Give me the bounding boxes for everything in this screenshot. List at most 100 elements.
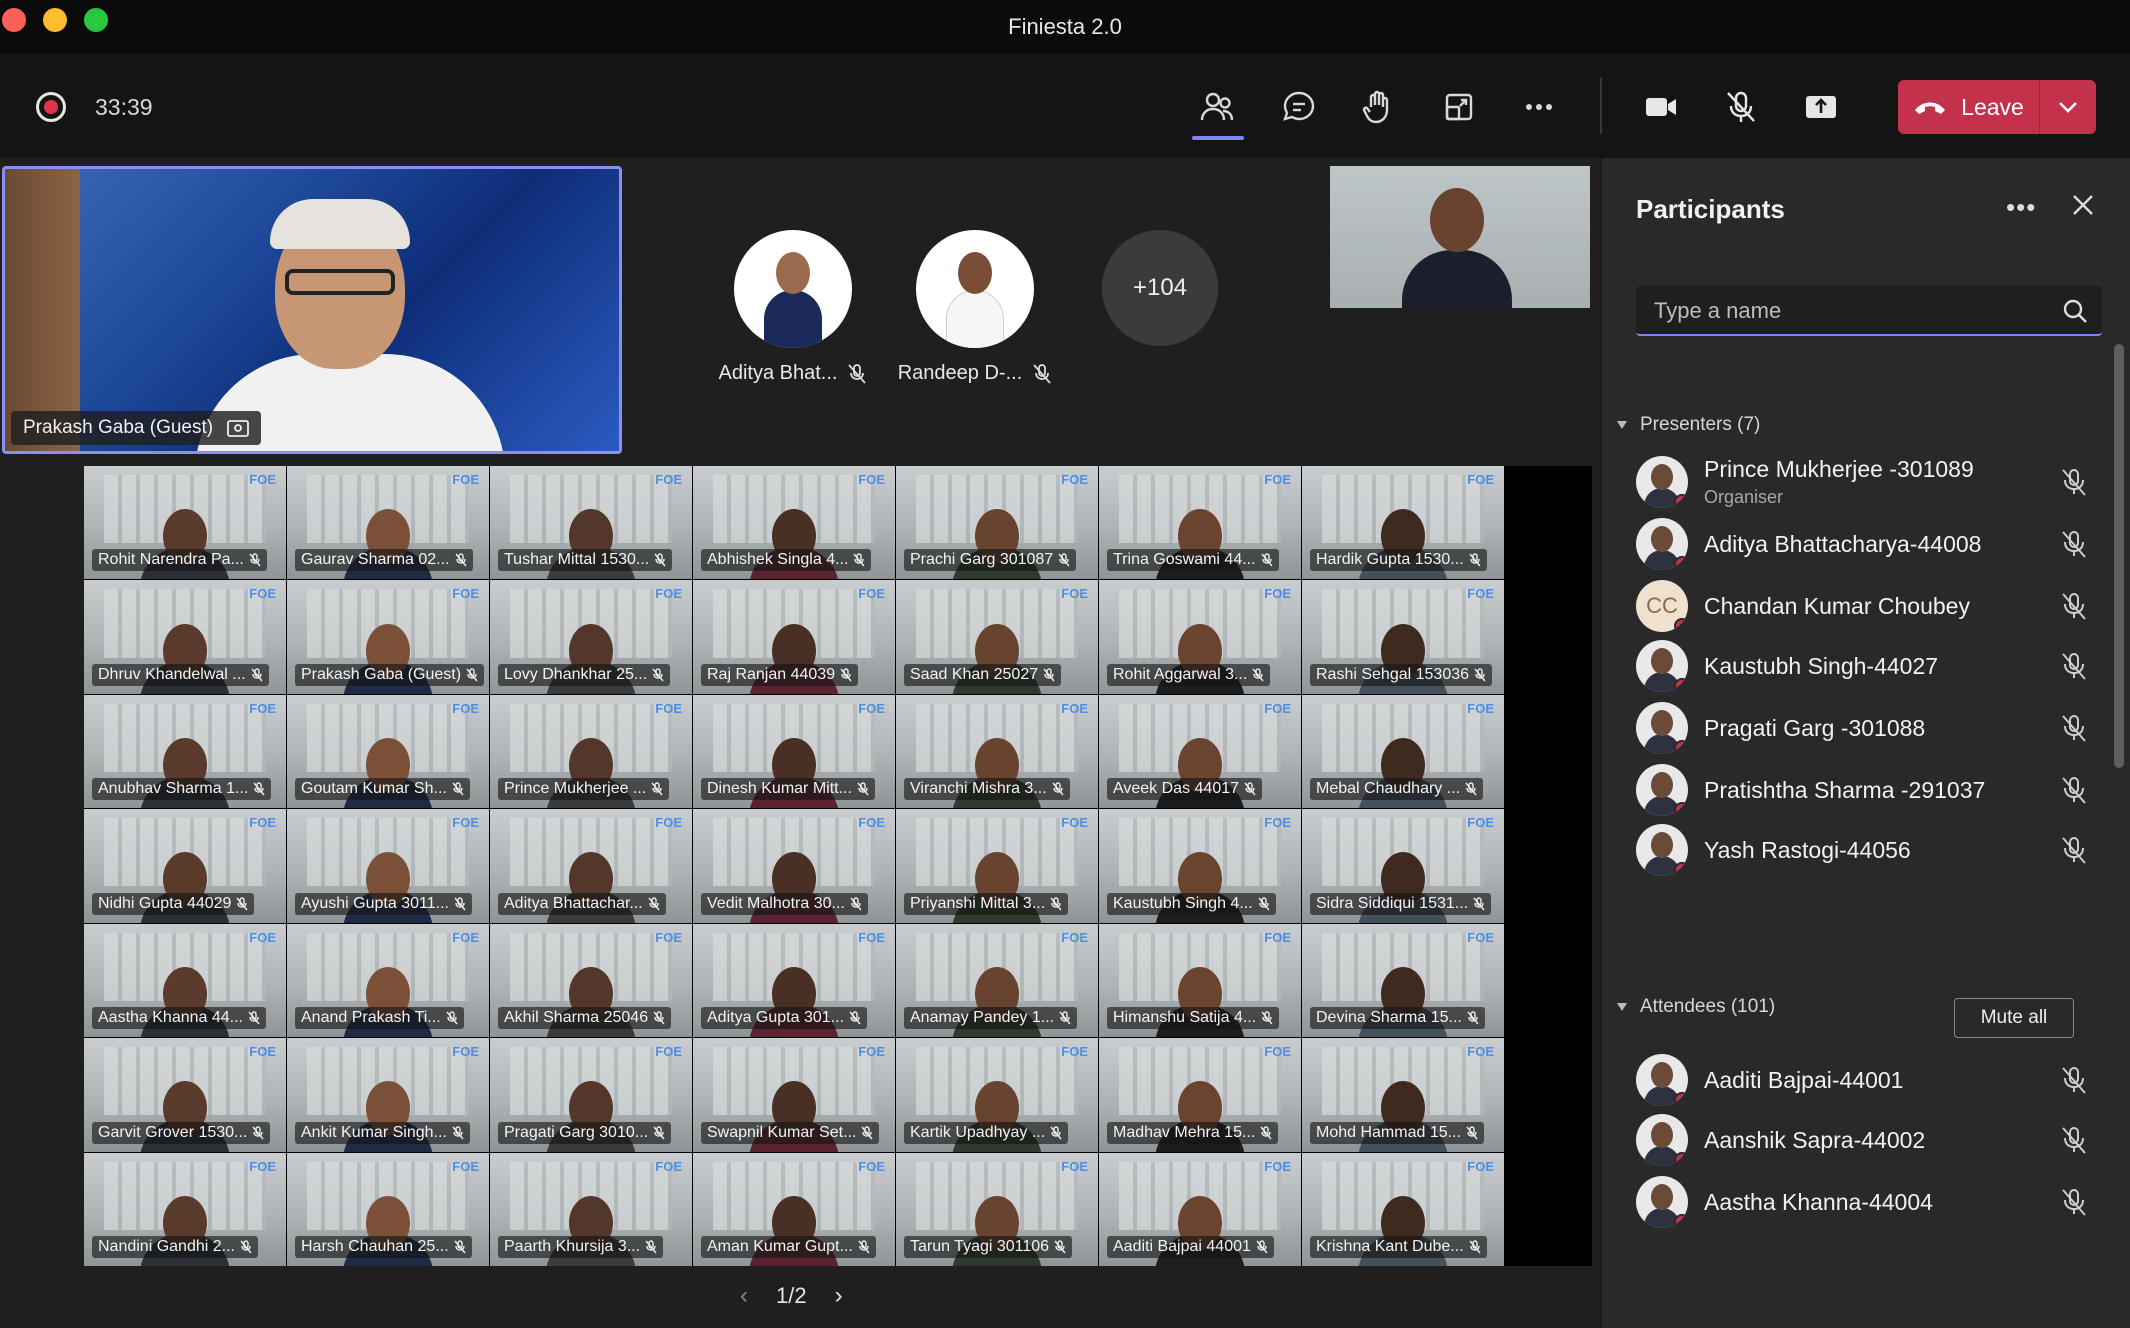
camera-button[interactable] xyxy=(1636,84,1686,130)
video-tile[interactable]: FOE Raj Ranjan 44039 xyxy=(693,580,895,694)
maximize-window-button[interactable] xyxy=(84,8,108,32)
mute-all-button[interactable]: Mute all xyxy=(1954,998,2074,1038)
video-tile[interactable]: FOE Rashi Sehgal 153036 xyxy=(1302,580,1504,694)
tile-name-tag: Rashi Sehgal 153036 xyxy=(1310,663,1493,686)
video-tile[interactable]: FOE Himanshu Satija 4... xyxy=(1099,923,1301,1038)
more-actions-button[interactable] xyxy=(1514,84,1564,130)
video-tile[interactable]: FOE Devina Sharma 15... xyxy=(1302,923,1504,1038)
video-tile[interactable]: FOE Aditya Bhattachar... xyxy=(490,809,692,923)
video-tile[interactable]: FOE Abhishek Singla 4... xyxy=(693,466,895,580)
tile-name: Kaustubh Singh 4... xyxy=(1113,894,1253,912)
mic-off-icon[interactable] xyxy=(2058,834,2090,866)
video-tile[interactable]: FOE Priyanshi Mittal 3... xyxy=(896,809,1098,923)
video-tile[interactable]: FOE Anubhav Sharma 1... xyxy=(84,694,286,809)
video-tile[interactable]: FOE Sidra Siddiqui 1531... xyxy=(1302,809,1504,923)
participant-row[interactable]: Kaustubh Singh-44027 xyxy=(1636,632,2106,700)
video-tile[interactable]: FOE Prachi Garg 301087 xyxy=(896,466,1098,580)
video-tile[interactable]: FOE Kartik Upadhyay ... xyxy=(896,1038,1098,1152)
search-input[interactable] xyxy=(1654,296,2034,326)
participant-row[interactable]: Pragati Garg -301088 xyxy=(1636,694,2106,762)
mic-off-icon[interactable] xyxy=(2058,1124,2090,1156)
search-icon[interactable] xyxy=(2062,298,2088,324)
video-tile[interactable]: FOE Aditya Gupta 301... xyxy=(693,923,895,1038)
leave-options-button[interactable] xyxy=(2040,101,2096,113)
video-tile[interactable]: FOE Swapnil Kumar Set... xyxy=(693,1038,895,1152)
video-tile[interactable]: FOE Lovy Dhankhar 25... xyxy=(490,580,692,694)
panel-scrollbar[interactable] xyxy=(2114,344,2124,768)
mic-off-icon[interactable] xyxy=(2058,590,2090,622)
video-tile[interactable]: FOE Anand Prakash Ti... xyxy=(287,923,489,1038)
pinned-participant-1[interactable]: Aditya Bhat... xyxy=(698,230,888,385)
video-tile[interactable]: FOE Prince Mukherjee ... xyxy=(490,694,692,809)
prev-page-button[interactable]: ‹ xyxy=(740,1282,748,1310)
leave-button[interactable]: Leave xyxy=(1898,80,2096,134)
video-tile[interactable]: FOE Mebal Chaudhary ... xyxy=(1302,694,1504,809)
video-tile[interactable]: FOE Dinesh Kumar Mitt... xyxy=(693,694,895,809)
video-tile[interactable]: FOE Tushar Mittal 1530... xyxy=(490,466,692,580)
close-icon[interactable] xyxy=(2068,190,2098,220)
presenters-section-toggle[interactable]: Presenters (7) xyxy=(1616,414,1760,436)
mic-off-icon[interactable] xyxy=(2058,650,2090,682)
video-tile[interactable]: FOE Paarth Khursija 3... xyxy=(490,1152,692,1266)
participant-row[interactable]: Pratishtha Sharma -291037 xyxy=(1636,756,2106,824)
video-tile[interactable]: FOE Aman Kumar Gupt... xyxy=(693,1152,895,1266)
video-tile[interactable]: FOE Ayushi Gupta 3011... xyxy=(287,809,489,923)
video-tile[interactable]: FOE Dhruv Khandelwal ... xyxy=(84,580,286,694)
video-tile[interactable]: FOE Rohit Narendra Pa... xyxy=(84,466,286,580)
mic-off-icon[interactable] xyxy=(2058,774,2090,806)
video-tile[interactable]: FOE Mohd Hammad 15... xyxy=(1302,1038,1504,1152)
video-tile[interactable]: FOE Aveek Das 44017 xyxy=(1099,694,1301,809)
video-tile[interactable]: FOE Viranchi Mishra 3... xyxy=(896,694,1098,809)
participant-row[interactable]: Aaditi Bajpai-44001 xyxy=(1636,1046,2106,1114)
share-button[interactable] xyxy=(1796,84,1846,130)
participants-button[interactable] xyxy=(1192,84,1244,140)
video-tile[interactable]: FOE Rohit Aggarwal 3... xyxy=(1099,580,1301,694)
video-tile[interactable]: FOE Saad Khan 25027 xyxy=(896,580,1098,694)
mic-button[interactable] xyxy=(1716,84,1766,130)
video-tile[interactable]: FOE Krishna Kant Dube... xyxy=(1302,1152,1504,1266)
video-tile[interactable]: FOE Nidhi Gupta 44029 xyxy=(84,809,286,923)
mic-off-icon xyxy=(446,1011,458,1025)
close-window-button[interactable] xyxy=(2,8,26,32)
participant-row[interactable]: Aanshik Sapra-44002 xyxy=(1636,1106,2106,1174)
next-page-button[interactable]: › xyxy=(835,1282,843,1310)
participant-row[interactable]: Prince Mukherjee -301089 Organiser xyxy=(1636,448,2106,516)
video-tile[interactable]: FOE Anamay Pandey 1... xyxy=(896,923,1098,1038)
video-tile[interactable]: FOE Prakash Gaba (Guest) xyxy=(287,580,489,694)
mic-off-icon[interactable] xyxy=(2058,466,2090,498)
raise-hand-button[interactable] xyxy=(1354,84,1404,130)
video-tile[interactable]: FOE Trina Goswami 44... xyxy=(1099,466,1301,580)
video-tile[interactable]: FOE Gaurav Sharma 02... xyxy=(287,466,489,580)
participant-row[interactable]: Yash Rastogi-44056 xyxy=(1636,816,2106,884)
video-tile[interactable]: FOE Tarun Tyagi 301106 xyxy=(896,1152,1098,1266)
mic-off-icon[interactable] xyxy=(2058,712,2090,744)
video-tile[interactable]: FOE Akhil Sharma 25046 xyxy=(490,923,692,1038)
participant-row[interactable]: Aditya Bhattacharya-44008 xyxy=(1636,510,2106,578)
video-tile[interactable]: FOE Kaustubh Singh 4... xyxy=(1099,809,1301,923)
mic-off-icon[interactable] xyxy=(2058,528,2090,560)
video-tile[interactable]: FOE Harsh Chauhan 25... xyxy=(287,1152,489,1266)
pinned-participant-2[interactable]: Randeep D-... xyxy=(880,230,1070,385)
self-view-video[interactable] xyxy=(1330,166,1590,308)
mic-off-icon[interactable] xyxy=(2058,1064,2090,1096)
video-tile[interactable]: FOE Aastha Khanna 44... xyxy=(84,923,286,1038)
more-participants-button[interactable]: +104 xyxy=(1102,230,1218,346)
video-tile[interactable]: FOE Ankit Kumar Singh... xyxy=(287,1038,489,1152)
video-tile[interactable]: FOE Vedit Malhotra 30... xyxy=(693,809,895,923)
participant-row[interactable]: Aastha Khanna-44004 xyxy=(1636,1168,2106,1236)
mic-off-icon[interactable] xyxy=(2058,1186,2090,1218)
minimize-window-button[interactable] xyxy=(43,8,67,32)
video-tile[interactable]: FOE Goutam Kumar Sh... xyxy=(287,694,489,809)
video-tile[interactable]: FOE Hardik Gupta 1530... xyxy=(1302,466,1504,580)
participant-row[interactable]: CC Chandan Kumar Choubey xyxy=(1636,572,2106,640)
panel-more-button[interactable]: ••• xyxy=(2006,192,2036,223)
rooms-button[interactable] xyxy=(1434,84,1484,130)
chat-button[interactable] xyxy=(1274,84,1324,130)
video-tile[interactable]: FOE Nandini Gandhi 2... xyxy=(84,1152,286,1266)
attendees-section-toggle[interactable]: Attendees (101) xyxy=(1616,996,1775,1018)
active-speaker-video[interactable]: Prakash Gaba (Guest) xyxy=(2,166,622,454)
video-tile[interactable]: FOE Madhav Mehra 15... xyxy=(1099,1038,1301,1152)
video-tile[interactable]: FOE Garvit Grover 1530... xyxy=(84,1038,286,1152)
video-tile[interactable]: FOE Aaditi Bajpai 44001 xyxy=(1099,1152,1301,1266)
video-tile[interactable]: FOE Pragati Garg 3010... xyxy=(490,1038,692,1152)
